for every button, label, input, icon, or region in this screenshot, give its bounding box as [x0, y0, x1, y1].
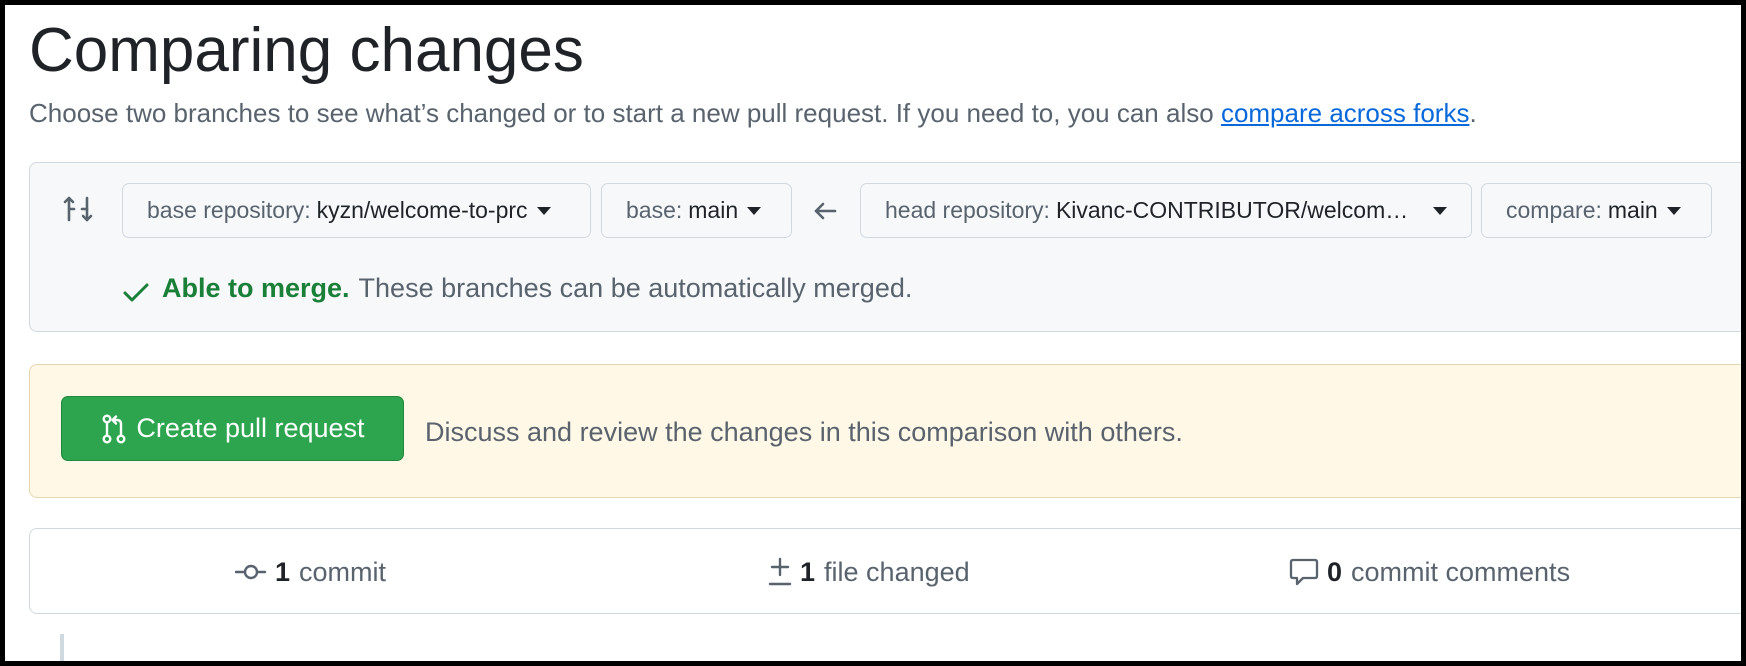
caret-down-icon	[747, 206, 762, 215]
merge-status-title: Able to merge.	[162, 272, 350, 303]
create-pull-request-button[interactable]: Create pull request	[61, 396, 404, 461]
arrow-left-icon	[814, 202, 837, 220]
page-subtitle: Choose two branches to see what’s change…	[29, 96, 1477, 130]
caret-down-icon	[536, 206, 551, 215]
commits-label: commit	[299, 557, 387, 587]
head-repository-value: Kivanc-CONTRIBUTOR/welcome-to-prc	[1055, 197, 1415, 223]
check-icon	[123, 283, 149, 302]
compare-branch-dropdown[interactable]: compare: main	[1481, 183, 1712, 238]
files-changed-tab[interactable]: 1 file changed	[768, 555, 970, 589]
caret-down-icon	[1666, 206, 1681, 215]
head-repository-label: head repository:	[885, 197, 1050, 223]
base-branch-label: base:	[626, 197, 683, 223]
base-repository-dropdown[interactable]: base repository: kyzn/welcome-to-prc	[122, 183, 591, 238]
caret-down-icon	[1433, 206, 1447, 215]
subtitle-period: .	[1469, 98, 1477, 128]
comment-icon	[1289, 558, 1319, 586]
compare-branch-label: compare:	[1506, 197, 1602, 223]
subtitle-text: Choose two branches to see what’s change…	[29, 98, 1214, 128]
comments-label: commit comments	[1351, 557, 1571, 587]
timeline-line	[60, 634, 64, 666]
compare-across-forks-link[interactable]: compare across forks	[1221, 98, 1470, 128]
commits-tab[interactable]: 1 commit	[235, 555, 386, 589]
files-count: 1	[800, 557, 816, 587]
base-repository-value: kyzn/welcome-to-prc	[316, 197, 528, 223]
create-pull-request-label: Create pull request	[136, 413, 365, 443]
commit-comments-tab[interactable]: 0 commit comments	[1289, 555, 1570, 589]
merge-status-text: These branches can be automatically merg…	[358, 272, 913, 303]
create-pr-description: Discuss and review the changes in this c…	[425, 417, 1183, 447]
base-repository-label: base repository:	[147, 197, 311, 223]
head-repository-dropdown[interactable]: head repository: Kivanc-CONTRIBUTOR/welc…	[860, 183, 1472, 238]
commits-count: 1	[275, 557, 291, 587]
files-label: file changed	[824, 557, 970, 587]
base-branch-value: main	[688, 197, 739, 223]
compare-branch-value: main	[1607, 197, 1658, 223]
git-commit-icon	[235, 564, 267, 580]
arrow-switch-icon	[63, 196, 93, 222]
git-pull-request-icon	[102, 414, 126, 444]
merge-status: Able to merge. These branches can be aut…	[122, 270, 912, 306]
diff-icon	[768, 557, 792, 586]
page-title: Comparing changes	[29, 16, 584, 85]
comments-count: 0	[1327, 557, 1343, 587]
base-branch-dropdown[interactable]: base: main	[601, 183, 792, 238]
compare-page: Comparing changes Choose two branches to…	[0, 0, 1746, 666]
